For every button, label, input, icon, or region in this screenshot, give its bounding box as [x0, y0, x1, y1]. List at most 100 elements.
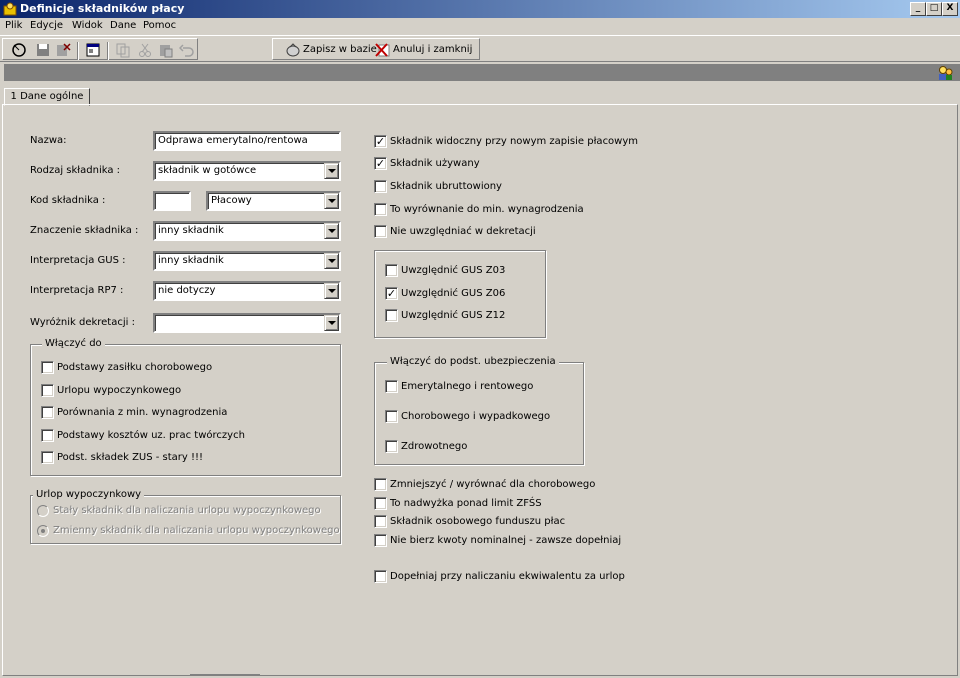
menu-dane[interactable]: Dane	[110, 20, 136, 31]
checkbox-osobowy-label: Składnik osobowego funduszu płac	[390, 516, 566, 527]
checkbox-zmniejszyc[interactable]	[374, 478, 387, 491]
checkbox-zdrowotne-label: Zdrowotnego	[401, 441, 468, 452]
delete-record-icon[interactable]	[55, 42, 71, 58]
checkbox-gus-z03[interactable]	[385, 264, 398, 277]
checkbox-porownania-label: Porównania z min. wynagrodzenia	[57, 407, 228, 418]
checkbox-zdrowotne[interactable]	[385, 440, 398, 453]
checkbox-widoczny[interactable]: ✓	[374, 135, 387, 148]
checkbox-dekretacja[interactable]	[374, 225, 387, 238]
toolbar-group-actions: Zapisz w bazie Anuluj i zamknij	[272, 38, 480, 60]
radio-zmienny-label: Zmienny składnik dla naliczania urlopu w…	[53, 525, 340, 536]
rp7-select[interactable]: nie dotyczy	[153, 281, 341, 301]
urlop-title: Urlop wypoczynkowy	[33, 489, 145, 500]
menu-bar: Plik Edycje Widok Dane Pomoc	[0, 18, 960, 35]
checkbox-emerytalne[interactable]	[385, 380, 398, 393]
znaczenie-select[interactable]: inny składnik	[153, 221, 341, 241]
urlop-group	[30, 495, 341, 544]
copy-icon[interactable]	[115, 42, 131, 58]
checkbox-ubruttowiony-label: Składnik ubruttowiony	[390, 181, 502, 192]
checkbox-ekwiwalent-label: Dopełniaj przy naliczaniu ekwiwalentu za…	[390, 571, 625, 582]
ubezp-title: Włączyć do podst. ubezpieczenia	[387, 356, 559, 367]
menu-pomoc[interactable]: Pomoc	[143, 20, 176, 31]
checkbox-gus-z06[interactable]: ✓	[385, 287, 398, 300]
save-icon[interactable]	[35, 42, 51, 58]
users-icon[interactable]	[936, 64, 954, 82]
checkbox-ubruttowiony[interactable]	[374, 180, 387, 193]
status-band	[4, 64, 960, 81]
checkbox-wyrownanie[interactable]	[374, 203, 387, 216]
radio-zmienny[interactable]	[37, 525, 49, 537]
wyroznik-select[interactable]	[153, 313, 341, 333]
chevron-down-icon[interactable]	[324, 193, 339, 209]
gus-select[interactable]: inny składnik	[153, 251, 341, 271]
checkbox-emerytalne-label: Emerytalnego i rentowego	[401, 381, 534, 392]
chevron-down-icon[interactable]	[324, 315, 339, 331]
close-button[interactable]: X	[942, 2, 958, 16]
cancel-icon	[375, 43, 390, 57]
checkbox-urlop-label: Urlopu wypoczynkowego	[57, 385, 182, 396]
checkbox-nominalna-label: Nie bierz kwoty nominalnej - zawsze dope…	[390, 535, 622, 546]
bottom-divider	[190, 674, 260, 678]
checkbox-porownania[interactable]	[41, 406, 54, 419]
chevron-down-icon[interactable]	[324, 163, 339, 179]
title-bar[interactable]: Definicje składników płacy _ □ X	[0, 0, 960, 18]
checkbox-chorobowe-label: Chorobowego i wypadkowego	[401, 411, 551, 422]
checkbox-zus-label: Podst. składek ZUS - stary !!!	[57, 452, 204, 463]
app-icon	[3, 2, 17, 16]
kod-type-value: Płacowy	[211, 195, 252, 206]
znaczenie-label: Znaczenie składnika :	[30, 225, 139, 236]
checkbox-gus-z06-label: Uwzględnić GUS Z06	[401, 288, 506, 299]
checkbox-gus-z03-label: Uwzględnić GUS Z03	[401, 265, 506, 276]
menu-plik[interactable]: Plik	[5, 20, 22, 31]
checkbox-chorobowe[interactable]	[385, 410, 398, 423]
tab-strip: 1 Dane ogólne	[0, 86, 960, 106]
radio-staly-label: Stały składnik dla naliczania urlopu wyp…	[53, 505, 321, 516]
properties-icon[interactable]	[85, 42, 101, 58]
toolbar-separator	[77, 42, 79, 60]
checkbox-widoczny-label: Składnik widoczny przy nowym zapisie pła…	[390, 136, 639, 147]
toolbar: Zapisz w bazie Anuluj i zamknij	[0, 35, 960, 62]
checkbox-gus-z12-label: Uwzględnić GUS Z12	[401, 310, 506, 321]
gus-value: inny składnik	[158, 255, 224, 266]
paste-icon[interactable]	[158, 42, 174, 58]
checkbox-nominalna[interactable]	[374, 534, 387, 547]
checkbox-koszty-label: Podstawy kosztów uz. prac twórczych	[57, 430, 245, 441]
disk-save-icon	[286, 43, 300, 57]
checkbox-urlop[interactable]	[41, 384, 54, 397]
rp7-value: nie dotyczy	[158, 285, 216, 296]
window-title: Definicje składników płacy	[20, 2, 185, 15]
rp7-label: Interpretacja RP7 :	[30, 285, 124, 296]
chevron-down-icon[interactable]	[324, 283, 339, 299]
checkbox-osobowy[interactable]	[374, 515, 387, 528]
kod-type-select[interactable]: Płacowy	[206, 191, 341, 211]
minimize-button[interactable]: _	[910, 2, 926, 16]
checkbox-zus[interactable]	[41, 451, 54, 464]
radio-staly[interactable]	[37, 505, 49, 517]
toolbar-group-edit	[2, 38, 198, 60]
chevron-down-icon[interactable]	[324, 223, 339, 239]
checkbox-uzywany-label: Składnik używany	[390, 158, 480, 169]
checkbox-zasilek[interactable]	[41, 361, 54, 374]
kod-input[interactable]	[153, 191, 191, 211]
gus-label: Interpretacja GUS :	[30, 255, 126, 266]
undo-icon[interactable]	[179, 42, 195, 58]
checkbox-uzywany[interactable]: ✓	[374, 157, 387, 170]
refresh-icon[interactable]	[11, 42, 27, 58]
checkbox-gus-z12[interactable]	[385, 309, 398, 322]
checkbox-koszty[interactable]	[41, 429, 54, 442]
rodzaj-select[interactable]: składnik w gotówce	[153, 161, 341, 181]
checkbox-zasilek-label: Podstawy zasiłku chorobowego	[57, 362, 213, 373]
kod-label: Kod składnika :	[30, 195, 106, 206]
checkbox-ekwiwalent[interactable]	[374, 570, 387, 583]
menu-edycje[interactable]: Edycje	[30, 20, 63, 31]
checkbox-zfss[interactable]	[374, 497, 387, 510]
cut-icon[interactable]	[137, 42, 153, 58]
nazwa-input[interactable]: Odprawa emerytalno/rentowa	[153, 131, 341, 151]
menu-widok[interactable]: Widok	[72, 20, 103, 31]
save-to-database-label: Zapisz w bazie	[303, 44, 377, 55]
nazwa-label: Nazwa:	[30, 135, 67, 146]
chevron-down-icon[interactable]	[324, 253, 339, 269]
maximize-button[interactable]: □	[926, 2, 942, 16]
cancel-and-close-label: Anuluj i zamknij	[393, 44, 473, 55]
znaczenie-value: inny składnik	[158, 225, 224, 236]
